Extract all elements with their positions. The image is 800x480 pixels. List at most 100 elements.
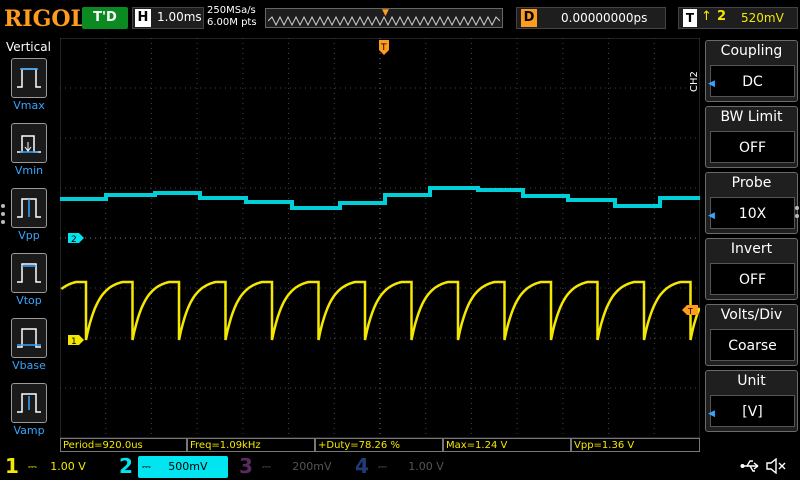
dc-coupling-icon: ⎓ xyxy=(142,460,151,473)
brand-logo: RIGOL xyxy=(4,6,86,32)
coupling-title: Coupling xyxy=(720,43,783,59)
vmin-waveform-icon xyxy=(17,135,41,153)
measure-vtop-button[interactable] xyxy=(11,253,47,293)
channel-2-tab[interactable]: 2 ⎓ 500mV xyxy=(114,454,232,480)
trigger-label: T xyxy=(683,9,697,27)
usb-icon xyxy=(740,460,759,472)
channel-3-number: 3 xyxy=(239,454,253,478)
vamp-label: Vamp xyxy=(13,424,45,437)
channel-2-scale: 500mV xyxy=(168,460,208,473)
vmin-label: Vmin xyxy=(14,164,44,177)
measure-vpp-button[interactable] xyxy=(11,188,47,228)
acquisition-info: 250MSa/s 6.00M pts xyxy=(207,5,257,29)
page-dot xyxy=(1,212,5,216)
menu-unit[interactable]: Unit [V] ◀ xyxy=(705,370,798,432)
channel-2-scale-box: ⎓ 500mV xyxy=(138,456,228,478)
graticule xyxy=(60,38,700,438)
invert-value: OFF xyxy=(710,263,795,295)
volts-div-value: Coarse xyxy=(710,329,795,361)
trigger-position-marker[interactable]: T xyxy=(379,40,389,55)
coupling-value: DC xyxy=(710,65,795,97)
channel-3-scale: 200mV xyxy=(292,460,332,473)
sidebar-title: Vertical xyxy=(6,40,51,54)
top-status-bar: RIGOL T'D H 1.00ms 250MSa/s 6.00M pts ▼ … xyxy=(0,0,800,38)
bw-limit-title: BW Limit xyxy=(720,109,783,125)
menu-volts-div[interactable]: Volts/Div Coarse xyxy=(705,304,798,366)
delay-value: 0.00000000ps xyxy=(561,11,648,25)
channel-status-bar: 1 ⎓ 1.00 V 2 ⎓ 500mV 3 ⎓ 200mV 4 ⎓ 1.00 … xyxy=(0,452,800,480)
measurement-results-bar: Period=920.0us Freq=1.09kHz +Duty=78.26 … xyxy=(60,438,700,452)
speaker-muted-icon[interactable] xyxy=(765,458,787,474)
ch2-marker-label: 2 xyxy=(71,235,77,245)
vpp-label: Vpp xyxy=(18,229,40,242)
unit-title: Unit xyxy=(737,373,766,389)
ch1-marker-label: 1 xyxy=(71,337,77,347)
menu-channel-tag: CH2 xyxy=(689,71,700,92)
invert-title: Invert xyxy=(730,241,773,257)
measurement-duty[interactable]: +Duty=78.26 % xyxy=(315,438,443,452)
vtop-label: Vtop xyxy=(16,294,42,307)
trigger-display[interactable]: T ↑ 2 520mV xyxy=(678,7,798,29)
memory-depth: 6.00M pts xyxy=(207,17,257,28)
dc-coupling-icon: ⎓ xyxy=(28,460,37,473)
vamp-waveform-icon xyxy=(17,393,41,413)
channel-4-scale-box: ⎓ 1.00 V xyxy=(374,456,460,478)
unit-value: [V] xyxy=(710,395,795,427)
volts-div-title: Volts/Div xyxy=(720,307,783,323)
measurement-sidebar: Vertical Vmax Vmin Vpp Vtop Vbase Vamp xyxy=(0,38,58,448)
channel-1-number: 1 xyxy=(5,454,19,478)
ch1-waveform xyxy=(60,280,700,341)
menu-bw-limit[interactable]: BW Limit OFF xyxy=(705,106,798,168)
measure-vbase-button[interactable] xyxy=(11,318,47,358)
vbase-waveform-icon xyxy=(17,328,41,348)
menu-coupling[interactable]: Coupling DC ◀ xyxy=(705,40,798,102)
channel-1-scale-box: ⎓ 1.00 V xyxy=(24,456,108,478)
page-dot xyxy=(795,206,799,210)
vbase-label: Vbase xyxy=(12,359,46,372)
trigger-source: 2 xyxy=(717,9,727,24)
measure-vmin-button[interactable] xyxy=(11,123,47,163)
measurement-vpp[interactable]: Vpp=1.36 V xyxy=(571,438,700,452)
vmax-label: Vmax xyxy=(13,99,45,112)
channel-2-number: 2 xyxy=(119,454,133,478)
vtop-waveform-icon xyxy=(17,263,41,283)
channel-3-tab[interactable]: 3 ⎓ 200mV xyxy=(234,454,348,480)
horizontal-delay-display[interactable]: D 0.00000000ps xyxy=(516,7,666,29)
menu-probe[interactable]: Probe 10X ◀ xyxy=(705,172,798,234)
measurement-frequency[interactable]: Freq=1.09kHz xyxy=(187,438,315,452)
trigger-position-label: T xyxy=(380,43,387,53)
page-dot xyxy=(1,220,5,224)
waveform-display[interactable]: 2 1 T T xyxy=(60,38,700,438)
dc-coupling-icon: ⎓ xyxy=(378,460,387,473)
channel-menu: Coupling DC ◀ BW Limit OFF Probe 10X ◀ I… xyxy=(703,38,800,448)
dc-coupling-icon: ⎓ xyxy=(262,460,271,473)
run-status-badge[interactable]: T'D xyxy=(82,7,128,29)
knob-arrow-icon: ◀ xyxy=(708,79,715,89)
delay-label: D xyxy=(521,9,537,27)
menu-invert[interactable]: Invert OFF xyxy=(705,238,798,300)
knob-arrow-icon: ◀ xyxy=(708,409,715,419)
sample-rate: 250MSa/s xyxy=(207,5,256,16)
page-dot xyxy=(1,204,5,208)
measure-vamp-button[interactable] xyxy=(11,383,47,423)
channel-3-scale-box: ⎓ 200mV xyxy=(258,456,344,478)
trigger-level-marker[interactable]: T xyxy=(682,305,698,316)
measure-vmax-button[interactable] xyxy=(11,58,47,98)
timebase-display[interactable]: H 1.00ms xyxy=(132,7,204,29)
measurement-period[interactable]: Period=920.0us xyxy=(60,438,187,452)
vpp-waveform-icon xyxy=(17,198,41,218)
measurement-max[interactable]: Max=1.24 V xyxy=(443,438,571,452)
timebase-value: 1.00ms xyxy=(157,10,202,24)
page-dot xyxy=(795,214,799,218)
bw-limit-value: OFF xyxy=(710,131,795,163)
vmax-waveform-icon xyxy=(17,68,41,88)
probe-title: Probe xyxy=(731,175,772,191)
ch2-offset-marker[interactable]: 2 xyxy=(68,233,84,245)
channel-1-tab[interactable]: 1 ⎓ 1.00 V xyxy=(0,454,112,480)
memory-position-bar[interactable]: ▼ xyxy=(265,8,503,28)
channel-4-tab[interactable]: 4 ⎓ 1.00 V xyxy=(350,454,464,480)
trigger-level-value: 520mV xyxy=(741,11,784,25)
memory-waveform-preview xyxy=(268,16,500,26)
ch1-offset-marker[interactable]: 1 xyxy=(68,335,84,347)
trigger-level-label: T xyxy=(687,307,693,316)
